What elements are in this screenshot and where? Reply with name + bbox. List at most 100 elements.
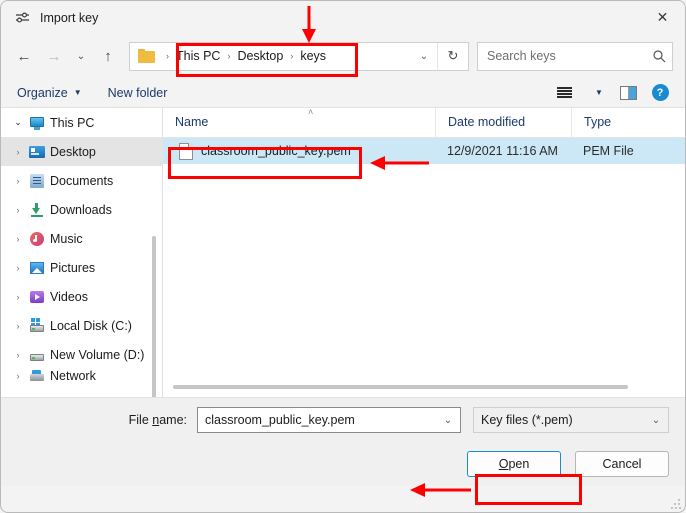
breadcrumb-item-desktop[interactable]: Desktop — [235, 49, 285, 63]
videos-icon — [29, 289, 45, 305]
file-name-row: File name: classroom_public_key.pem ⌄ Ke… — [1, 398, 685, 442]
disk-icon — [29, 347, 45, 363]
chevron-right-icon[interactable]: › — [7, 350, 29, 360]
sidebar-item-label: New Volume (D:) — [50, 347, 145, 362]
chevron-right-icon[interactable]: › — [7, 292, 29, 302]
file-date-cell: 12/9/2021 11:16 AM — [447, 144, 558, 158]
sort-ascending-icon: ˄ — [308, 107, 314, 117]
sidebar-item-documents[interactable]: › Documents — [1, 166, 162, 195]
pc-icon — [29, 115, 45, 131]
sidebar-scrollbar[interactable] — [152, 236, 156, 397]
column-header-date-modified[interactable]: Date modified — [435, 108, 571, 137]
sidebar-item-videos[interactable]: › Videos — [1, 282, 162, 311]
breadcrumb-separator-1: › — [227, 51, 231, 61]
table-row[interactable]: classroom_public_key.pem 12/9/2021 11:16… — [163, 138, 685, 164]
file-name-label-pre: File — [128, 413, 153, 427]
sidebar-item-label: Desktop — [50, 144, 96, 159]
file-rows: classroom_public_key.pem 12/9/2021 11:16… — [163, 138, 685, 377]
file-type-cell: PEM File — [583, 144, 634, 158]
sidebar-item-new-volume-d[interactable]: › New Volume (D:) — [1, 340, 162, 369]
resize-grip[interactable] — [671, 499, 681, 509]
search-icon — [646, 49, 672, 63]
sidebar-item-network[interactable]: › Network — [1, 369, 162, 383]
navigation-pane: ⌄ This PC › Desktop › Documents › Downlo… — [1, 108, 162, 397]
organize-button[interactable]: Organize ▼ — [17, 86, 82, 100]
chevron-down-icon[interactable]: ⌄ — [411, 43, 437, 70]
dialog-footer: File name: classroom_public_key.pem ⌄ Ke… — [1, 397, 685, 486]
file-name-value: classroom_public_key.pem — [205, 413, 355, 427]
new-folder-button[interactable]: New folder — [108, 86, 168, 100]
organize-label: Organize — [17, 85, 68, 100]
help-icon[interactable]: ? — [645, 80, 675, 106]
breadcrumb-item-this-pc[interactable]: This PC — [174, 49, 222, 63]
chevron-down-icon: ▼ — [73, 88, 82, 97]
open-label-key: O — [498, 457, 509, 471]
back-button[interactable]: ← — [9, 41, 39, 71]
preview-pane-icon[interactable] — [613, 80, 643, 106]
disk-icon — [29, 317, 45, 334]
chevron-right-icon[interactable]: › — [7, 234, 29, 244]
file-list: Name ˄ Date modified Type classroom_publ… — [162, 107, 685, 397]
chevron-down-icon[interactable]: ⌄ — [644, 415, 668, 426]
sliders-icon — [15, 10, 31, 26]
search-placeholder: Search keys — [487, 49, 556, 63]
breadcrumb-separator-0: › — [166, 51, 169, 61]
chevron-right-icon[interactable]: › — [7, 176, 29, 186]
sidebar-item-pictures[interactable]: › Pictures — [1, 253, 162, 282]
sidebar-item-desktop[interactable]: › Desktop — [1, 137, 162, 166]
cancel-button[interactable]: Cancel — [575, 451, 669, 477]
breadcrumb: › This PC › Desktop › keys — [161, 49, 328, 63]
breadcrumb-item-keys[interactable]: keys — [298, 49, 328, 63]
window-title: Import key — [40, 10, 99, 25]
refresh-icon[interactable]: ↻ — [437, 42, 468, 70]
search-input[interactable]: Search keys — [477, 41, 673, 71]
breadcrumb-separator-2: › — [290, 51, 294, 61]
file-name-label-post: ame: — [159, 413, 187, 427]
import-key-dialog: Import key ✕ ← → ⌄ ↑ › This PC › Desktop… — [0, 0, 686, 513]
sidebar-item-downloads[interactable]: › Downloads — [1, 195, 162, 224]
horizontal-scrollbar[interactable] — [173, 385, 628, 389]
file-type-filter-select[interactable]: Key files (*.pem) ⌄ — [473, 407, 669, 433]
chevron-right-icon[interactable]: › — [7, 205, 29, 215]
documents-icon — [29, 173, 45, 189]
column-headers: Name ˄ Date modified Type — [163, 107, 685, 138]
file-type-filter-value: Key files (*.pem) — [481, 413, 573, 427]
network-icon — [29, 369, 45, 383]
recent-locations-button[interactable]: ⌄ — [69, 41, 93, 71]
help-glyph: ? — [651, 84, 669, 101]
sidebar-item-label: Documents — [50, 173, 114, 188]
column-header-name[interactable]: Name — [163, 108, 435, 137]
file-icon — [179, 142, 193, 160]
chevron-down-icon[interactable]: ⌄ — [436, 415, 460, 426]
chevron-right-icon[interactable]: › — [7, 321, 29, 331]
open-label-rest: pen — [508, 457, 530, 471]
chevron-right-icon[interactable]: › — [7, 371, 29, 381]
address-bar[interactable]: › This PC › Desktop › keys ⌄ ↻ — [129, 41, 469, 71]
sidebar-item-this-pc[interactable]: ⌄ This PC — [1, 108, 162, 137]
file-name-label: File name: — [1, 413, 197, 427]
music-icon — [29, 231, 45, 247]
pictures-icon — [29, 260, 45, 276]
sidebar-item-label: This PC — [50, 115, 95, 130]
sidebar-item-music[interactable]: › Music — [1, 224, 162, 253]
file-name-input[interactable]: classroom_public_key.pem ⌄ — [197, 407, 461, 433]
sidebar-item-local-disk-c[interactable]: › Local Disk (C:) — [1, 311, 162, 340]
title-bar: Import key ✕ — [1, 1, 685, 34]
dialog-buttons: Open Cancel — [1, 442, 685, 486]
forward-button[interactable]: → — [39, 41, 69, 71]
close-icon[interactable]: ✕ — [640, 2, 685, 34]
open-button[interactable]: Open — [467, 451, 561, 477]
chevron-down-icon[interactable]: ⌄ — [7, 117, 29, 128]
sidebar-item-label: Local Disk (C:) — [50, 318, 132, 333]
sidebar-item-label: Videos — [50, 289, 88, 304]
folder-icon — [138, 49, 155, 63]
sidebar-item-label: Downloads — [50, 202, 112, 217]
up-button[interactable]: ↑ — [93, 41, 123, 71]
view-mode-caret-icon[interactable]: ▼ — [581, 80, 611, 106]
file-name-cell: classroom_public_key.pem — [201, 144, 351, 158]
column-header-type[interactable]: Type — [571, 108, 685, 137]
view-mode-icon[interactable] — [549, 80, 579, 106]
chevron-right-icon[interactable]: › — [7, 147, 29, 157]
chevron-right-icon[interactable]: › — [7, 263, 29, 273]
desktop-icon — [29, 144, 45, 160]
